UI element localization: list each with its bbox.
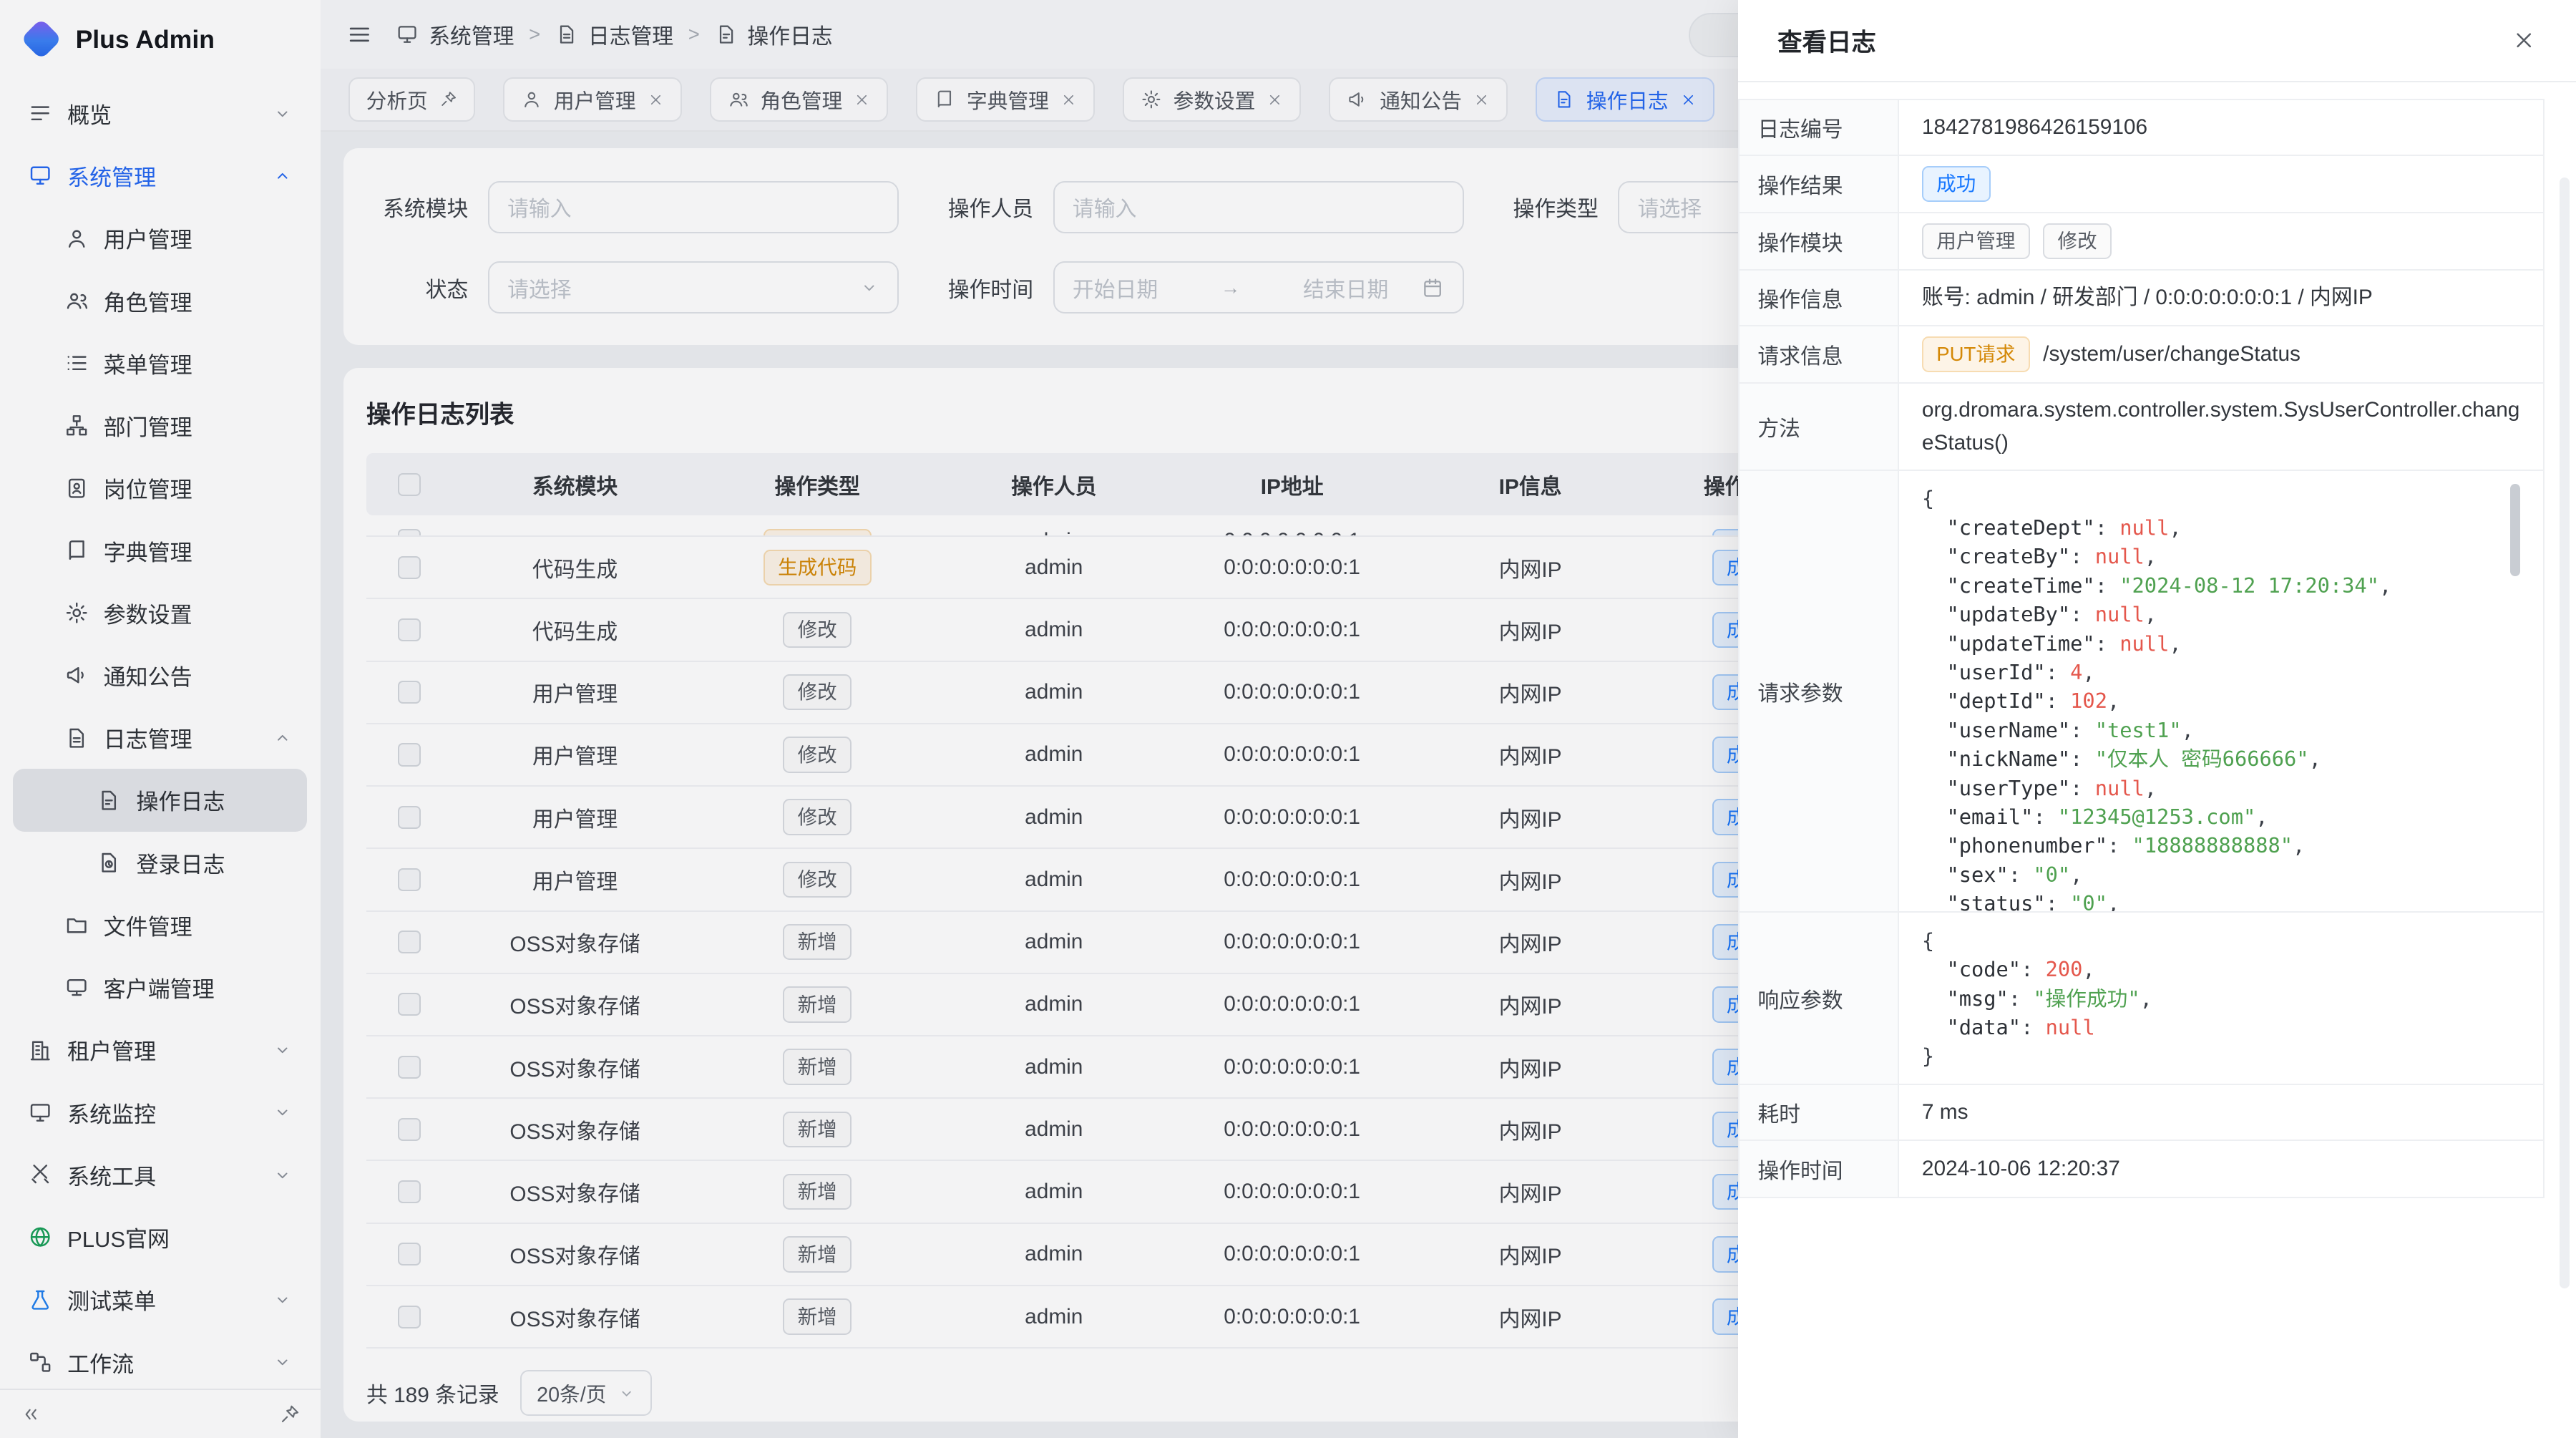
app-root: Plus Admin 概览系统管理用户管理角色管理菜单管理部门管理岗位管理字典管… — [0, 0, 2576, 1438]
detail-row-request_params: 请求参数{ "createDept": null, "createBy": nu… — [1740, 471, 2543, 913]
detail-value: 1842781986426159106 — [1899, 100, 2544, 155]
detail-row-info: 操作信息账号: admin / 研发部门 / 0:0:0:0:0:0:0:1 /… — [1740, 271, 2543, 326]
tag-default: 修改 — [2043, 223, 2112, 260]
detail-value: 成功 — [1899, 156, 2544, 212]
detail-value: { "code": 200, "msg": "操作成功", "data": nu… — [1899, 913, 2544, 1084]
detail-label: 操作信息 — [1740, 271, 1899, 325]
detail-value: 2024-10-06 12:20:37 — [1899, 1141, 2544, 1197]
detail-row-response_params: 响应参数{ "code": 200, "msg": "操作成功", "data"… — [1740, 913, 2543, 1085]
detail-value: 用户管理修改 — [1899, 213, 2544, 269]
drawer-rows: 日志编号1842781986426159106操作结果成功操作模块用户管理修改操… — [1738, 99, 2545, 1199]
detail-row-time: 操作时间2024-10-06 12:20:37 — [1740, 1141, 2543, 1197]
detail-row-log_id: 日志编号1842781986426159106 — [1740, 100, 2543, 156]
detail-value: { "createDept": null, "createBy": null, … — [1899, 471, 2544, 911]
detail-label: 请求参数 — [1740, 471, 1899, 911]
json-code: { "createDept": null, "createBy": null, … — [1922, 484, 2520, 911]
detail-row-method: 方法org.dromara.system.controller.system.S… — [1740, 384, 2543, 471]
detail-label: 请求信息 — [1740, 326, 1899, 382]
code-block: { "code": 200, "msg": "操作成功", "data": nu… — [1922, 926, 2520, 1071]
close-icon[interactable] — [2512, 28, 2536, 52]
detail-value: PUT请求/system/user/changeStatus — [1899, 326, 2544, 382]
detail-label: 耗时 — [1740, 1085, 1899, 1140]
detail-value: org.dromara.system.controller.system.Sys… — [1899, 384, 2544, 470]
detail-label: 操作结果 — [1740, 156, 1899, 212]
drawer-header: 查看日志 — [1738, 0, 2576, 82]
detail-value-text: /system/user/changeStatus — [2043, 338, 2301, 371]
detail-label: 日志编号 — [1740, 100, 1899, 155]
detail-label: 响应参数 — [1740, 913, 1899, 1084]
log-detail-drawer: 查看日志 日志编号1842781986426159106操作结果成功操作模块用户… — [1738, 0, 2576, 1438]
detail-row-result: 操作结果成功 — [1740, 156, 2543, 213]
tag-warning: PUT请求 — [1922, 336, 2030, 373]
detail-row-cost: 耗时7 ms — [1740, 1085, 2543, 1141]
detail-label: 方法 — [1740, 384, 1899, 470]
detail-row-module: 操作模块用户管理修改 — [1740, 213, 2543, 271]
detail-value: 账号: admin / 研发部门 / 0:0:0:0:0:0:0:1 / 内网I… — [1899, 271, 2544, 325]
detail-row-request: 请求信息PUT请求/system/user/changeStatus — [1740, 326, 2543, 384]
detail-label: 操作时间 — [1740, 1141, 1899, 1197]
drawer-scrollbar[interactable] — [2560, 178, 2570, 1288]
drawer-body: 日志编号1842781986426159106操作结果成功操作模块用户管理修改操… — [1738, 82, 2576, 1438]
detail-value: 7 ms — [1899, 1085, 2544, 1140]
drawer-title: 查看日志 — [1777, 22, 1876, 58]
detail-label: 操作模块 — [1740, 213, 1899, 269]
json-code: { "code": 200, "msg": "操作成功", "data": nu… — [1922, 926, 2520, 1071]
code-scrollbar[interactable] — [2510, 484, 2520, 576]
tag-default: 用户管理 — [1922, 223, 2030, 260]
tag-blue: 成功 — [1922, 166, 1991, 203]
code-block: { "createDept": null, "createBy": null, … — [1922, 484, 2520, 911]
